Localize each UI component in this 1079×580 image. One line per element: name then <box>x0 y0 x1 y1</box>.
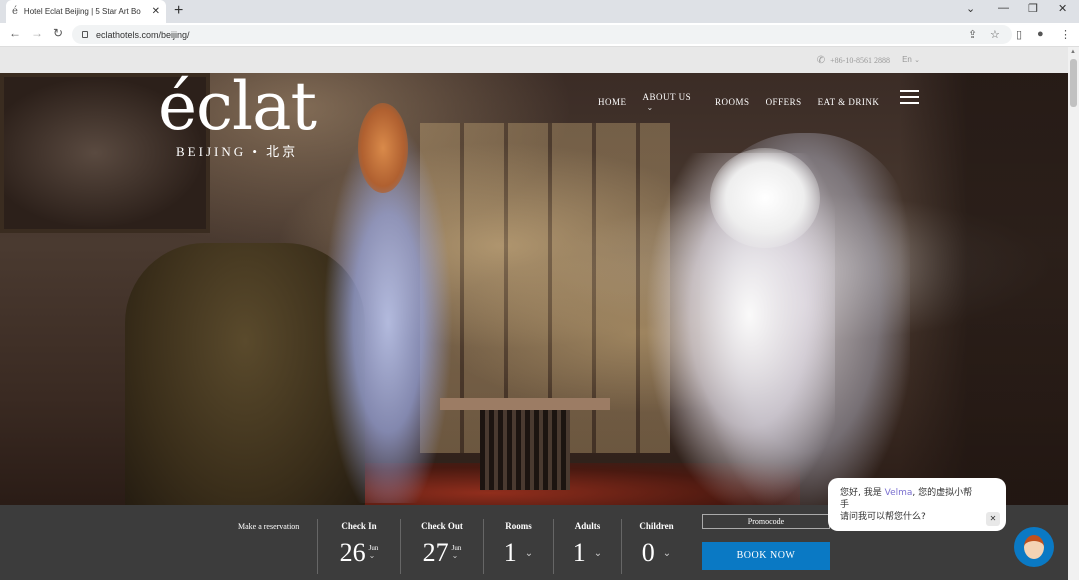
rooms-value: 1 <box>503 538 517 567</box>
address-bar[interactable]: eclathotels.com/beijing/ <box>72 25 1012 44</box>
close-icon[interactable]: ✕ <box>986 512 1000 526</box>
logo-wordmark: éclat <box>158 68 317 145</box>
lock-icon <box>82 31 88 38</box>
chevron-down-icon: ⌄ <box>662 548 672 559</box>
assistant-avatar-icon <box>1024 535 1044 559</box>
chevron-down-icon: ⌄ <box>914 57 920 64</box>
assistant-name: Velma <box>884 488 913 498</box>
children-label: Children <box>639 521 674 531</box>
checkout-label: Check Out <box>421 521 463 531</box>
chevron-down-icon: ⌄ <box>368 551 376 560</box>
chess-table-base <box>480 410 570 490</box>
rooms-label: Rooms <box>505 521 532 531</box>
chat-line-1: 您好, 我是 Velma, 您的虚拟小帮 <box>840 487 994 499</box>
checkin-label: Check In <box>341 521 377 531</box>
phone-icon: ✆ <box>816 55 826 66</box>
children-select[interactable]: Children 0 ⌄ <box>621 519 691 574</box>
checkout-picker[interactable]: Check Out 27 Jun ⌄ <box>400 519 483 574</box>
side-panel-icon[interactable]: ▯ <box>1016 28 1022 41</box>
nav-offers[interactable]: OFFERS <box>766 97 802 107</box>
tab-search-icon[interactable]: ⌄ <box>966 2 975 15</box>
browser-toolbar: ← → ↻ eclathotels.com/beijing/ ⇪ ☆ ▯ ● ⋮ <box>0 23 1079 47</box>
eclat-favicon-icon: é <box>12 6 18 17</box>
nav-eat-drink[interactable]: EAT & DRINK <box>818 97 880 107</box>
scroll-thumb[interactable] <box>1070 59 1077 107</box>
adults-value: 1 <box>572 538 586 567</box>
share-icon[interactable]: ⇪ <box>968 28 977 41</box>
window-close-icon[interactable]: ✕ <box>1058 2 1067 15</box>
profile-icon[interactable]: ● <box>1037 28 1044 40</box>
url-text: eclathotels.com/beijing/ <box>96 29 190 40</box>
nav-about-us[interactable]: ABOUT US ⌄ <box>643 92 700 112</box>
phone-link[interactable]: ✆ +86-10-8561 2888 <box>817 55 890 66</box>
tab-close-icon[interactable]: ✕ <box>152 6 160 17</box>
page-scrollbar[interactable]: ▲ <box>1068 47 1079 580</box>
chat-avatar-button[interactable] <box>1014 527 1054 567</box>
checkin-picker[interactable]: Check In 26 Jun ⌄ <box>317 519 400 574</box>
promocode-input[interactable]: Promocode <box>702 514 830 529</box>
book-now-button[interactable]: BOOK NOW <box>702 542 830 570</box>
adults-select[interactable]: Adults 1 ⌄ <box>553 519 621 574</box>
nav-about-us-label: ABOUT US <box>642 92 692 102</box>
phone-number: +86-10-8561 2888 <box>830 56 890 65</box>
woman-white-headdress <box>710 148 820 248</box>
dark-wall <box>900 73 1068 505</box>
chat-greeting: 您好, 我是 <box>840 488 882 498</box>
logo-subtitle: BEIJING • 北京 <box>176 144 299 159</box>
chat-greeting-suffix: , 您的虚拟小帮 <box>912 488 973 498</box>
forward-icon[interactable]: → <box>31 26 43 40</box>
chat-line-2: 手 <box>840 500 850 510</box>
tab-title: Hotel Eclat Beijing | 5 Star Art Bo <box>23 7 141 16</box>
chevron-down-icon: ⌄ <box>593 548 603 559</box>
hamburger-menu-icon[interactable] <box>900 90 919 104</box>
chevron-down-icon: ⌄ <box>524 548 534 559</box>
nav-home[interactable]: HOME <box>598 97 627 107</box>
reload-icon[interactable]: ↻ <box>53 26 63 40</box>
bookmark-star-icon[interactable]: ☆ <box>990 28 1000 41</box>
checkout-day: 27 <box>422 538 449 567</box>
rooms-select[interactable]: Rooms 1 ⌄ <box>483 519 553 574</box>
chevron-down-icon: ⌄ <box>646 103 654 112</box>
chess-table-top <box>440 398 610 410</box>
menu-kebab-icon[interactable]: ⋮ <box>1060 28 1071 41</box>
back-icon[interactable]: ← <box>9 26 21 40</box>
chat-line-3: 请问我可以帮您什么? <box>840 512 926 522</box>
checkin-day: 26 <box>339 538 366 567</box>
nav-rooms[interactable]: ROOMS <box>715 97 750 107</box>
children-value: 0 <box>641 538 655 567</box>
minimize-icon[interactable]: — <box>998 2 1009 14</box>
scroll-up-icon[interactable]: ▲ <box>1070 49 1076 55</box>
woman-red-hair <box>358 103 408 193</box>
chat-bubble[interactable]: 您好, 我是 Velma, 您的虚拟小帮 手 请问我可以帮您什么? ✕ <box>828 478 1006 531</box>
chevron-down-icon: ⌄ <box>451 551 459 560</box>
language-label: En <box>902 55 912 64</box>
reservation-title: Make a reservation <box>238 522 300 531</box>
main-nav: HOME ABOUT US ⌄ ROOMS OFFERS EAT & DRINK <box>598 92 895 112</box>
adults-label: Adults <box>574 521 601 531</box>
browser-tab[interactable]: é Hotel Eclat Beijing | 5 Star Art Bo ✕ <box>6 0 166 23</box>
browser-window: é Hotel Eclat Beijing | 5 Star Art Bo ✕ … <box>0 0 1079 580</box>
language-selector[interactable]: En ⌄ <box>902 55 920 64</box>
tab-strip: é Hotel Eclat Beijing | 5 Star Art Bo ✕ … <box>0 0 1079 23</box>
new-tab-button[interactable]: + <box>174 2 183 20</box>
eclat-logo[interactable]: éclat BEIJING • 北京 <box>158 68 317 160</box>
restore-icon[interactable]: ❐ <box>1028 2 1038 15</box>
